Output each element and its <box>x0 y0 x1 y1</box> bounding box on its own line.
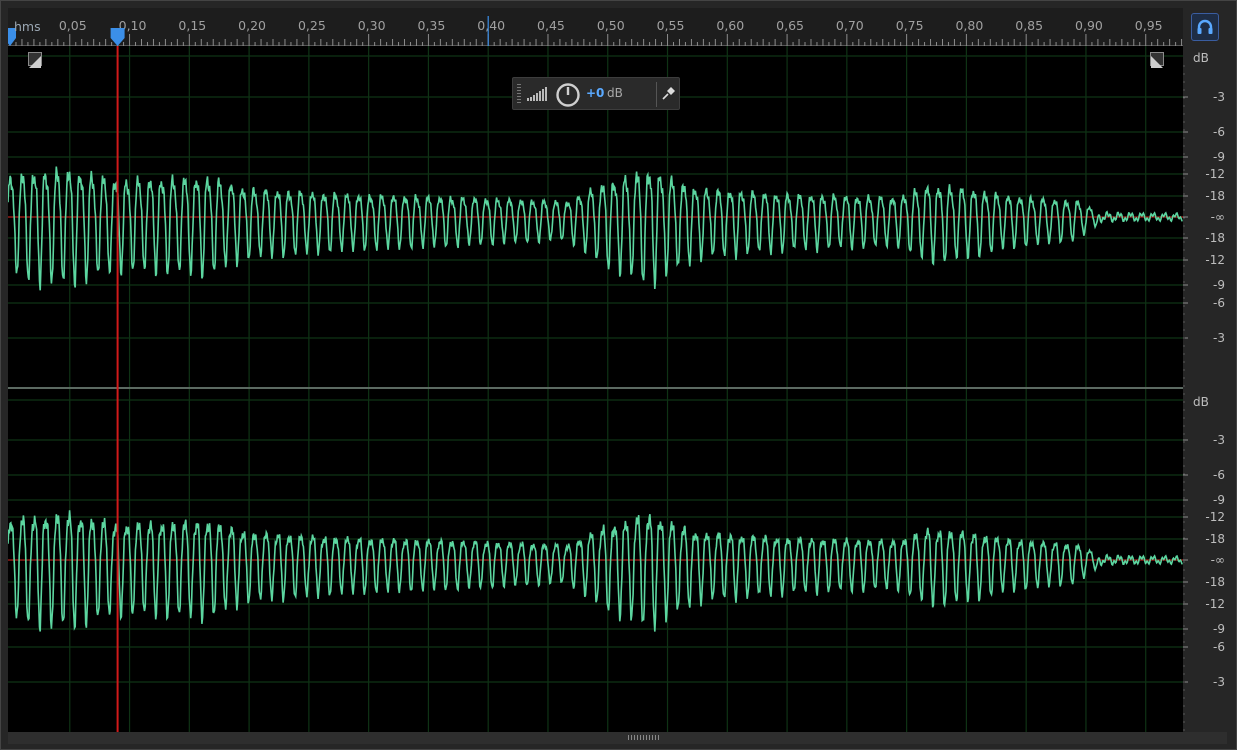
db-unit-label: dB <box>1193 395 1209 409</box>
db-label: -3 <box>1213 675 1225 689</box>
fade-out-icon <box>1151 56 1163 68</box>
time-units-label: hms <box>14 19 41 34</box>
waveform-canvas <box>8 46 1183 732</box>
ruler-time-label: 0,65 <box>776 18 804 33</box>
ruler-time-label: 0,55 <box>657 18 685 33</box>
db-label: -12 <box>1205 167 1225 181</box>
ruler-time-label: 0,40 <box>477 18 505 33</box>
ruler-time-label: 0,95 <box>1135 18 1163 33</box>
hud-separator <box>656 82 657 107</box>
db-label: -9 <box>1213 150 1225 164</box>
db-label: -18 <box>1205 231 1225 245</box>
ruler-time-label: 0,25 <box>298 18 326 33</box>
db-label: -6 <box>1213 296 1225 310</box>
hud-gain-control[interactable]: +0 dB <box>512 77 680 110</box>
time-ruler-ticks: 0,05 0,10 0,15 0,20 0,25 0,30 0,35 0,40 0,45 0,50… <box>8 16 1183 46</box>
fade-in-icon <box>29 56 41 68</box>
waveform-channel-left <box>8 166 1183 291</box>
ruler-time-label: 0,45 <box>537 18 565 33</box>
time-ruler[interactable]: 0,05 0,10 0,15 0,20 0,25 0,30 0,35 0,40 0,45 0,50… <box>8 8 1183 46</box>
ruler-time-label: 0,30 <box>358 18 386 33</box>
ruler-time-label: 0,75 <box>896 18 924 33</box>
db-label: -12 <box>1205 253 1225 267</box>
hud-gain-value[interactable]: +0 <box>586 86 604 100</box>
level-bars-icon <box>527 87 547 101</box>
hud-drag-grip[interactable] <box>517 84 521 103</box>
ruler-time-label: 0,20 <box>238 18 266 33</box>
ruler-time-label: 0,70 <box>836 18 864 33</box>
ruler-time-label: 0,35 <box>418 18 446 33</box>
ruler-time-label: 0,05 <box>59 18 87 33</box>
db-label: -18 <box>1205 532 1225 546</box>
ruler-time-label: 0,50 <box>597 18 625 33</box>
horizontal-resize-bar[interactable] <box>8 732 1227 744</box>
cursor-marker-icon <box>110 28 125 46</box>
db-label: -12 <box>1205 510 1225 524</box>
db-label: -9 <box>1213 278 1225 292</box>
db-scale-labels: dB -3 -6 -9 -12 -18 -∞ -18 -12 -9 -6 -3 dB -3 -6 -9 -12 -… <box>1183 51 1225 731</box>
db-label: -18 <box>1205 189 1225 203</box>
ruler-time-label: 0,90 <box>1075 18 1103 33</box>
db-scale: dB -3 -6 -9 -12 -18 -∞ -18 -12 -9 -6 -3 dB -3 -6 -9 -12 -… <box>1183 46 1227 732</box>
hud-gain-unit: dB <box>607 86 623 100</box>
db-label: -3 <box>1213 90 1225 104</box>
db-label: -∞ <box>1211 210 1225 224</box>
resize-grip-icon[interactable] <box>628 735 660 740</box>
db-label: -18 <box>1205 575 1225 589</box>
headphones-icon <box>1197 19 1213 34</box>
db-label: -9 <box>1213 493 1225 507</box>
db-label: -6 <box>1213 125 1225 139</box>
db-label: -12 <box>1205 597 1225 611</box>
waveform-area[interactable]: +0 dB <box>8 46 1183 732</box>
fade-in-handle[interactable] <box>28 52 42 68</box>
pin-icon[interactable] <box>661 87 675 101</box>
db-label: -6 <box>1213 468 1225 482</box>
db-label: -3 <box>1213 433 1225 447</box>
monitor-toggle-button[interactable] <box>1191 13 1219 41</box>
fade-out-handle[interactable] <box>1150 52 1164 68</box>
db-label: -3 <box>1213 331 1225 345</box>
ruler-time-label: 0,60 <box>716 18 744 33</box>
db-label: -6 <box>1213 640 1225 654</box>
db-label: -∞ <box>1211 553 1225 567</box>
waveform-channel-right <box>8 510 1183 632</box>
ruler-time-label: 0,85 <box>1015 18 1043 33</box>
db-label: -9 <box>1213 622 1225 636</box>
power-icon[interactable] <box>555 82 581 108</box>
ruler-time-label: 0,80 <box>955 18 983 33</box>
db-unit-label: dB <box>1193 51 1209 65</box>
ruler-time-label: 0,15 <box>178 18 206 33</box>
